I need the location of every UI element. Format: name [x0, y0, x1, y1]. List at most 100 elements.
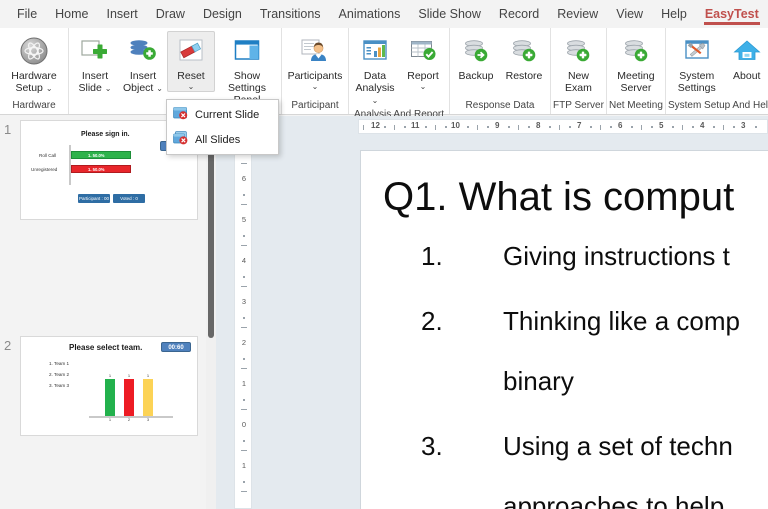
- ribbon-group-label-participant: Participant: [291, 100, 339, 111]
- tab-file[interactable]: File: [8, 3, 46, 26]
- tab-easytest[interactable]: EasyTest: [696, 3, 768, 26]
- chevron-down-icon[interactable]: ⌄: [420, 82, 427, 91]
- vruler-minor-tick: [241, 245, 247, 246]
- tab-help[interactable]: Help: [652, 3, 696, 26]
- slide-1-bar-0: 1. 50.0%: [71, 151, 131, 159]
- ribbon-group-label-hardware: Hardware: [12, 100, 56, 111]
- hruler-minor-tick: [425, 126, 427, 128]
- slide-thumbnail-2[interactable]: 2 Please select team. 00:60 1. Team 1 2.…: [0, 332, 215, 440]
- vruler-tick-1: 1: [241, 379, 247, 388]
- tab-review[interactable]: Review: [548, 3, 607, 26]
- tab-view[interactable]: View: [607, 3, 652, 26]
- vruler-minor-tick: [243, 440, 245, 442]
- hardware-setup-button[interactable]: Hardware Setup ⌄: [2, 31, 66, 95]
- hruler-tick-3: 3: [741, 121, 746, 130]
- chevron-down-icon[interactable]: ⌄: [46, 84, 53, 93]
- restore-button[interactable]: Restore: [500, 31, 548, 83]
- reset-dropdown-menu: Current Slide All Slides: [166, 99, 279, 155]
- all-slides-reset-icon: [173, 131, 188, 148]
- slide-thumbnail-2-canvas: Please select team. 00:60 1. Team 1 2. T…: [20, 336, 198, 436]
- hruler-minor-tick: [404, 126, 406, 128]
- system-settings-button[interactable]: System Settings: [671, 31, 723, 95]
- hruler-minor-tick: [384, 126, 386, 128]
- insert-object-button[interactable]: Insert Object ⌄: [119, 31, 167, 95]
- tab-insert[interactable]: Insert: [98, 3, 147, 26]
- backup-button[interactable]: Backup: [452, 31, 500, 83]
- reset-button[interactable]: Reset ⌄: [167, 31, 215, 92]
- hruler-tick-11: 11: [411, 121, 420, 130]
- ribbon-group-system-setup-help: System Settings About System Setup And H…: [664, 28, 768, 114]
- data-analysis-button[interactable]: Data Analysis ⌄: [351, 31, 399, 107]
- restore-label: Restore: [505, 70, 543, 82]
- tab-slide-show[interactable]: Slide Show: [409, 3, 490, 26]
- ribbon-group-analysis-report: Data Analysis ⌄ Report ⌄ Analysis And Re…: [348, 28, 449, 120]
- slide-1-bar-1: 1. 50.0%: [71, 165, 131, 173]
- slide-2-option-1: 2. Team 2: [49, 372, 70, 377]
- horizontal-ruler[interactable]: 12 11 10 9 8 7 6 5 4 3: [358, 119, 768, 134]
- tab-draw[interactable]: Draw: [147, 3, 194, 26]
- tab-transitions[interactable]: Transitions: [251, 3, 330, 26]
- chevron-down-icon[interactable]: ⌄: [312, 82, 319, 91]
- hruler-tick-7: 7: [577, 121, 582, 130]
- hruler-minor-tick: [559, 125, 560, 130]
- tab-animations[interactable]: Animations: [330, 3, 410, 26]
- report-label: Report: [407, 70, 439, 82]
- vruler-minor-tick: [243, 194, 245, 196]
- insert-object-icon: [128, 35, 158, 67]
- meeting-server-icon: [622, 35, 650, 67]
- chevron-down-icon[interactable]: ⌄: [188, 82, 195, 91]
- hruler-minor-tick: [518, 125, 519, 130]
- slide-2-bar-0: [105, 379, 115, 416]
- meeting-server-button[interactable]: Meeting Server: [609, 31, 663, 95]
- report-icon: [409, 35, 437, 67]
- slide-number-1: 1: [4, 122, 12, 137]
- slide-title-textbox[interactable]: Q1. What is comput: [383, 175, 734, 220]
- slide-body-item-2-text: Thinking like a comp: [503, 306, 740, 336]
- easytest-ribbon: Hardware Setup ⌄ Hardware Insert Slide ⌄…: [0, 28, 768, 120]
- slide-edit-canvas[interactable]: Q1. What is comput 1. Giving instruction…: [360, 150, 768, 509]
- data-analysis-label-line2: Analysis ⌄: [355, 82, 395, 105]
- hardware-setup-label-line1: Hardware: [11, 70, 57, 82]
- vruler-tick-1b: 1: [241, 461, 247, 470]
- backup-label: Backup: [458, 70, 494, 82]
- meeting-server-label-line1: Meeting: [617, 70, 655, 82]
- show-settings-panel-button[interactable]: Show Settings Panel: [215, 31, 279, 107]
- backup-database-icon: [462, 35, 490, 67]
- hruler-minor-tick: [435, 125, 436, 130]
- menu-item-current-slide[interactable]: Current Slide: [167, 102, 278, 127]
- hruler-minor-tick: [477, 125, 478, 130]
- current-slide-reset-icon: [173, 106, 188, 123]
- hruler-minor-tick: [590, 126, 592, 128]
- participants-button[interactable]: Participants ⌄: [284, 31, 346, 92]
- hruler-minor-tick: [733, 126, 735, 128]
- menu-item-current-slide-label: Current Slide: [195, 108, 260, 121]
- ribbon-group-label-net-meeting: Net Meeting: [608, 100, 663, 111]
- new-exam-button[interactable]: New Exam: [554, 31, 602, 95]
- chevron-down-icon[interactable]: ⌄: [372, 96, 379, 105]
- hruler-minor-tick: [692, 126, 694, 128]
- insert-slide-button[interactable]: Insert Slide ⌄: [71, 31, 119, 95]
- tab-design[interactable]: Design: [194, 3, 251, 26]
- hruler-tick-5: 5: [659, 121, 664, 130]
- system-settings-label-line2: Settings: [677, 82, 716, 94]
- data-analysis-icon: [361, 35, 389, 67]
- tab-home[interactable]: Home: [46, 3, 97, 26]
- vertical-ruler[interactable]: 7 6 5 4 3 2 1 0 1: [234, 128, 252, 509]
- about-button[interactable]: About: [723, 31, 768, 83]
- menu-item-all-slides[interactable]: All Slides: [167, 127, 278, 152]
- new-exam-label-line2: Exam: [565, 82, 592, 94]
- chevron-down-icon[interactable]: ⌄: [105, 84, 112, 93]
- chevron-down-icon[interactable]: ⌄: [156, 84, 163, 93]
- hruler-tick-12: 12: [371, 121, 380, 130]
- tab-record[interactable]: Record: [490, 3, 548, 26]
- slide-2-value-label-2: 1: [146, 373, 150, 378]
- ribbon-group-participant: Participants ⌄ Participant: [281, 28, 348, 114]
- about-home-icon: [733, 35, 761, 67]
- slide-panel-scrollbar[interactable]: [206, 116, 216, 509]
- slide-2-option-2: 3. Team 3: [49, 383, 70, 388]
- slide-thumbnail-panel[interactable]: 1 Please sign in. 00:60 Roll Call 1. 50.…: [0, 116, 215, 509]
- slide-2-timer: 00:60: [161, 342, 191, 352]
- slide-2-cat-label-1: 2: [127, 417, 131, 422]
- report-button[interactable]: Report ⌄: [399, 31, 447, 92]
- system-settings-icon: [683, 35, 711, 67]
